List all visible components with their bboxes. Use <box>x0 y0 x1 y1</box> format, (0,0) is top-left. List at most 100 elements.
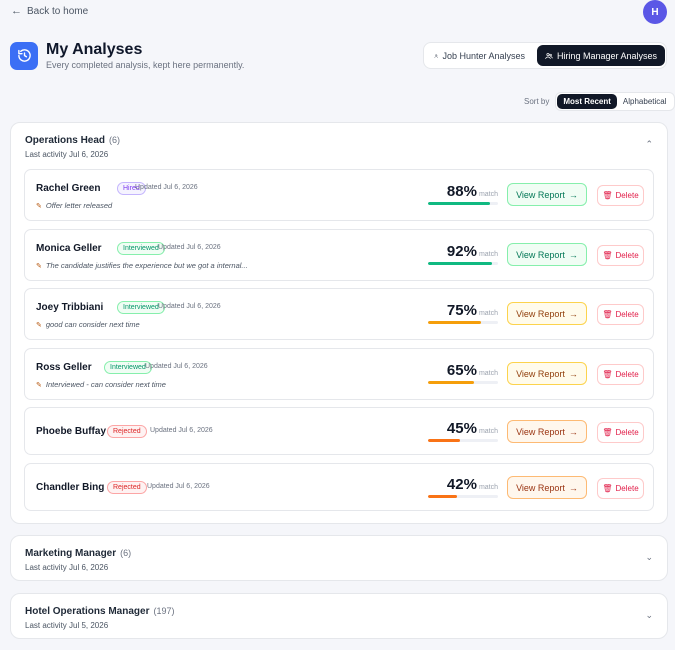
view-report-label: View Report <box>516 482 565 493</box>
group-last-activity: Last activity Jul 6, 2026 <box>25 150 109 159</box>
candidate-row: Monica Geller Interviewed Updated Jul 6,… <box>24 229 654 281</box>
delete-label: Delete <box>615 370 639 379</box>
sort-alphabetical[interactable]: Alphabetical <box>617 94 673 109</box>
updated-date: Updated Jul 6, 2026 <box>135 184 198 191</box>
candidate-row: Joey Tribbiani Interviewed Updated Jul 6… <box>24 288 654 340</box>
group-hotel-operations-manager: Hotel Operations Manager (197) Last activ… <box>10 593 668 639</box>
score-bar-fill <box>428 439 460 442</box>
trash-icon: 🗑 <box>602 370 613 379</box>
updated-date: Updated Jul 6, 2026 <box>145 363 208 370</box>
delete-button[interactable]: 🗑 Delete <box>597 478 644 499</box>
match-score: 42% match <box>428 476 498 498</box>
match-label: match <box>478 191 498 198</box>
group-count: (197) <box>153 606 175 616</box>
view-report-label: View Report <box>516 189 565 200</box>
trash-icon: 🗑 <box>602 428 613 437</box>
group-title: Operations Head (6) <box>25 135 121 146</box>
delete-label: Delete <box>615 191 639 200</box>
chevron-down-icon[interactable]: ⌄ <box>645 552 653 563</box>
trash-icon: 🗑 <box>602 484 613 493</box>
score-bar <box>428 262 498 265</box>
group-last-activity: Last activity Jul 6, 2026 <box>25 563 109 572</box>
group-header[interactable]: Marketing Manager (6) Last activity Jul 6… <box>11 536 667 580</box>
group-header[interactable]: Hotel Operations Manager (197) Last activ… <box>11 594 667 638</box>
match-label: match <box>478 428 498 435</box>
candidate-note: ✎ Interviewed - can consider next time <box>36 380 166 389</box>
back-link-label: Back to home <box>27 5 89 17</box>
view-report-button[interactable]: View Report → <box>507 362 587 385</box>
score-value: 88% <box>446 183 477 200</box>
sort-label: Sort by <box>524 97 550 106</box>
delete-button[interactable]: 🗑 Delete <box>597 422 644 443</box>
status-badge: Rejected <box>107 481 147 494</box>
view-report-label: View Report <box>516 368 565 379</box>
view-report-button[interactable]: View Report → <box>507 302 587 325</box>
trash-icon: 🗑 <box>602 310 613 319</box>
match-label: match <box>478 370 498 377</box>
arrow-right-icon: → <box>568 426 578 437</box>
delete-button[interactable]: 🗑 Delete <box>597 185 644 206</box>
arrow-right-icon: → <box>568 368 578 379</box>
view-report-label: View Report <box>516 249 565 260</box>
score-bar <box>428 202 498 205</box>
candidate-name: Chandler Bing <box>36 482 105 493</box>
group-header[interactable]: Operations Head (6) Last activity Jul 6, … <box>11 123 667 167</box>
arrow-left-icon: ← <box>11 5 22 17</box>
candidate-name: Joey Tribbiani <box>36 302 104 313</box>
group-title: Hotel Operations Manager (197) <box>25 606 175 617</box>
chevron-down-icon[interactable]: ⌄ <box>645 610 653 621</box>
view-report-label: View Report <box>516 308 565 319</box>
updated-date: Updated Jul 6, 2026 <box>158 244 221 251</box>
chevron-up-icon[interactable]: ⌃ <box>645 139 653 150</box>
match-label: match <box>478 484 498 491</box>
delete-button[interactable]: 🗑 Delete <box>597 304 644 325</box>
note-icon: ✎ <box>36 202 42 210</box>
view-report-button[interactable]: View Report → <box>507 420 587 443</box>
updated-date: Updated Jul 6, 2026 <box>150 427 213 434</box>
match-score: 92% match <box>428 243 498 265</box>
score-bar-fill <box>428 495 458 498</box>
delete-label: Delete <box>615 428 639 437</box>
score-bar-fill <box>428 262 493 265</box>
tab-hiring-manager[interactable]: Hiring Manager Analyses <box>537 45 665 66</box>
candidate-note: ✎ Offer letter released <box>36 201 113 210</box>
group-marketing-manager: Marketing Manager (6) Last activity Jul 6… <box>10 535 668 581</box>
candidate-row: Phoebe Buffay Rejected Updated Jul 6, 20… <box>24 407 654 455</box>
match-score: 65% match <box>428 362 498 384</box>
arrow-right-icon: → <box>568 308 578 319</box>
sort-options: Most Recent Alphabetical <box>555 92 675 111</box>
page-title: My Analyses <box>46 41 143 58</box>
back-link[interactable]: ← Back to home <box>11 5 88 17</box>
view-report-button[interactable]: View Report → <box>507 476 587 499</box>
candidate-note: ✎ good can consider next time <box>36 320 140 329</box>
tab-hiring-manager-label: Hiring Manager Analyses <box>556 50 657 61</box>
page-subtitle: Every completed analysis, kept here perm… <box>46 60 245 70</box>
page-header: My Analyses Every completed analysis, ke… <box>10 41 244 70</box>
view-report-button[interactable]: View Report → <box>507 183 587 206</box>
users-icon <box>545 52 553 59</box>
delete-label: Delete <box>615 310 639 319</box>
view-report-button[interactable]: View Report → <box>507 243 587 266</box>
candidate-name: Rachel Green <box>36 183 101 194</box>
group-count: (6) <box>120 548 132 558</box>
trash-icon: 🗑 <box>602 191 613 200</box>
note-icon: ✎ <box>36 381 42 389</box>
arrow-right-icon: → <box>568 249 578 260</box>
score-bar-fill <box>428 321 481 324</box>
match-label: match <box>478 310 498 317</box>
tab-job-hunter[interactable]: Job Hunter Analyses <box>426 45 533 66</box>
group-operations-head: Operations Head (6) Last activity Jul 6, … <box>10 122 668 524</box>
score-bar <box>428 439 498 442</box>
note-icon: ✎ <box>36 321 42 329</box>
match-label: match <box>478 251 498 258</box>
delete-button[interactable]: 🗑 Delete <box>597 364 644 385</box>
score-value: 92% <box>446 243 477 260</box>
delete-button[interactable]: 🗑 Delete <box>597 245 644 266</box>
score-value: 42% <box>446 476 477 493</box>
updated-date: Updated Jul 6, 2026 <box>158 303 221 310</box>
avatar[interactable]: H <box>643 0 667 24</box>
score-bar <box>428 381 498 384</box>
score-bar-fill <box>428 381 474 384</box>
score-bar <box>428 321 498 324</box>
sort-most-recent[interactable]: Most Recent <box>557 94 617 109</box>
